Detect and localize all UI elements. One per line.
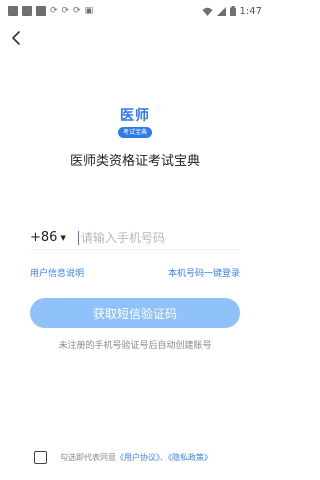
phone-input-row: +86 ▼ [30, 226, 240, 250]
one-click-login-link[interactable]: 本机号码一键登录 [168, 266, 240, 279]
sync-icon: ⟳ [61, 6, 70, 16]
battery-icon [229, 6, 236, 16]
privacy-policy-link[interactable]: 《隐私政策》 [168, 453, 212, 462]
image-icon: ▣ [84, 6, 94, 16]
notification-square-icon [22, 6, 32, 16]
auto-register-hint: 未注册的手机号验证号后自动创建账号 [58, 341, 212, 351]
back-arrow-icon [12, 31, 20, 45]
notification-square-icon [8, 6, 18, 16]
country-code-selector[interactable]: +86 ▼ [30, 230, 66, 245]
notification-icons: ⟳ ⟳ ⟳ ▣ [8, 6, 93, 16]
agreement-separator: 、 [160, 453, 168, 462]
app-logo: 医师 考试宝典 [116, 105, 154, 141]
sync-icon: ⟳ [73, 6, 81, 16]
back-button[interactable] [6, 28, 26, 48]
agreement-prefix: 勾选即代表同意 [60, 453, 116, 462]
phone-number-input[interactable] [77, 230, 218, 245]
wifi-icon [202, 7, 213, 16]
country-code: +86 [30, 230, 58, 245]
logo-main-text: 医师 [120, 108, 150, 124]
system-icons: 1:47 [202, 6, 262, 17]
dropdown-caret-icon: ▼ [60, 233, 66, 242]
get-sms-code-button[interactable]: 获取短信验证码 [30, 298, 240, 328]
user-info-link[interactable]: 用户信息说明 [30, 266, 84, 279]
notification-square-icon [36, 6, 46, 16]
agreement-text: 勾选即代表同意《用户协议》、《隐私政策》 [60, 452, 212, 463]
agreement-checkbox[interactable] [34, 451, 47, 464]
signal-icon [216, 6, 226, 16]
status-clock: 1:47 [239, 5, 262, 17]
logo-badge: 考试宝典 [118, 127, 152, 138]
user-agreement-link[interactable]: 《用户协议》 [116, 453, 160, 462]
app-title: 医师类资格证考试宝典 [69, 154, 200, 169]
status-bar: ⟳ ⟳ ⟳ ▣ 1:47 [0, 0, 270, 22]
sync-icon: ⟳ [50, 6, 58, 16]
